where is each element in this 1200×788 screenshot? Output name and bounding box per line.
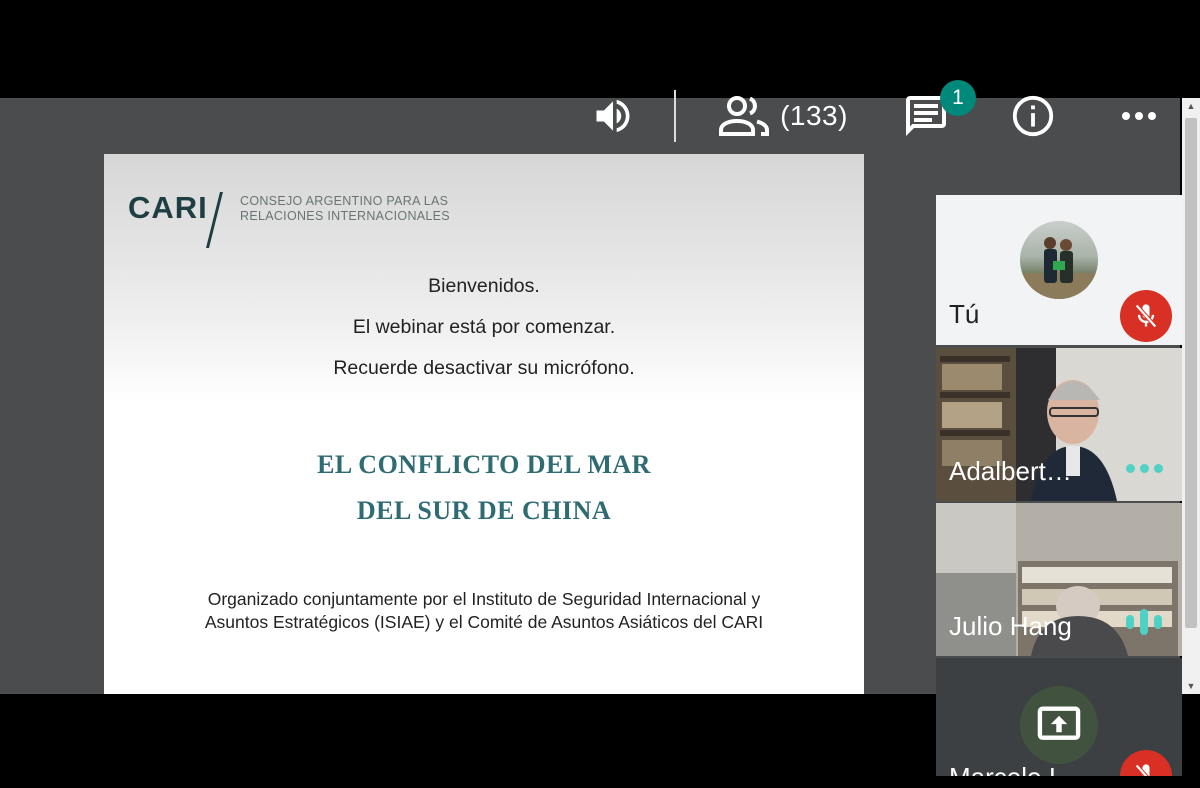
- organizer-line: Organizado conjuntamente por el Institut…: [207, 589, 761, 609]
- present-screen-icon: [1037, 706, 1081, 740]
- scroll-thumb[interactable]: [1185, 118, 1197, 628]
- webinar-title: EL CONFLICTO DEL MAR DEL SUR DE CHINA: [104, 448, 864, 540]
- info-button[interactable]: [1006, 90, 1060, 142]
- welcome-line: El webinar está por comenzar.: [352, 316, 616, 338]
- title-line: EL CONFLICTO DEL MAR: [317, 450, 651, 479]
- title-line: DEL SUR DE CHINA: [356, 496, 612, 525]
- info-icon: [1012, 95, 1054, 137]
- logo-subtitle-line: CONSEJO ARGENTINO PARA LAS: [240, 194, 449, 208]
- organizer-text: Organizado conjuntamente por el Institut…: [104, 588, 864, 634]
- mic-off-indicator[interactable]: [1120, 290, 1172, 342]
- logo-subtitle: CONSEJO ARGENTINO PARA LAS RELACIONES IN…: [240, 194, 450, 224]
- participant-tile-presenting[interactable]: Marcelo I: [936, 658, 1182, 776]
- volume-up-icon: [596, 99, 630, 133]
- more-horizontal-icon: [1122, 112, 1156, 120]
- scroll-down-arrow-icon[interactable]: ▼: [1182, 678, 1200, 694]
- participants-scrollbar[interactable]: ▲ ▼: [1182, 98, 1200, 694]
- cari-logo: CARI: [128, 190, 208, 225]
- toolbar-divider: [674, 90, 676, 142]
- chat-unread-badge: 1: [940, 80, 976, 116]
- avatar: [1020, 221, 1098, 299]
- mic-off-icon: [1135, 304, 1157, 328]
- more-dots-icon: [1126, 464, 1163, 473]
- logo-slash: [206, 192, 223, 248]
- shared-presentation-slide: CARI CONSEJO ARGENTINO PARA LAS RELACION…: [104, 154, 864, 694]
- participant-name: Julio Hang: [949, 611, 1072, 641]
- participant-name: Tú: [949, 299, 980, 329]
- participant-name: Adalbert…: [949, 456, 1072, 486]
- top-black-bar: [0, 0, 1200, 98]
- welcome-line: Recuerde desactivar su micrófono.: [333, 357, 635, 379]
- participants-button[interactable]: (133): [708, 90, 858, 142]
- people-icon: [719, 96, 770, 136]
- participant-tile-self[interactable]: Tú: [936, 195, 1182, 345]
- welcome-line: Bienvenidos.: [428, 275, 540, 297]
- scroll-up-arrow-icon[interactable]: ▲: [1182, 98, 1200, 114]
- volume-button[interactable]: [586, 90, 640, 142]
- mic-off-icon: [1135, 764, 1150, 776]
- participant-name: Marcelo I: [949, 762, 1056, 776]
- mic-off-indicator[interactable]: [1120, 750, 1172, 776]
- participant-tile-video[interactable]: Adalbert…: [936, 348, 1182, 501]
- logo-subtitle-line: RELACIONES INTERNACIONALES: [240, 209, 450, 223]
- more-options-button[interactable]: [1112, 90, 1166, 142]
- participant-count: (133): [780, 100, 848, 131]
- participant-tile-video[interactable]: Julio Hang: [936, 503, 1182, 656]
- speaking-indicator-icon: [1126, 609, 1162, 635]
- avatar: [1020, 686, 1098, 764]
- welcome-message: Bienvenidos. El webinar está por comenza…: [104, 274, 864, 397]
- organizer-line: Asuntos Estratégicos (ISIAE) y el Comité…: [204, 612, 764, 632]
